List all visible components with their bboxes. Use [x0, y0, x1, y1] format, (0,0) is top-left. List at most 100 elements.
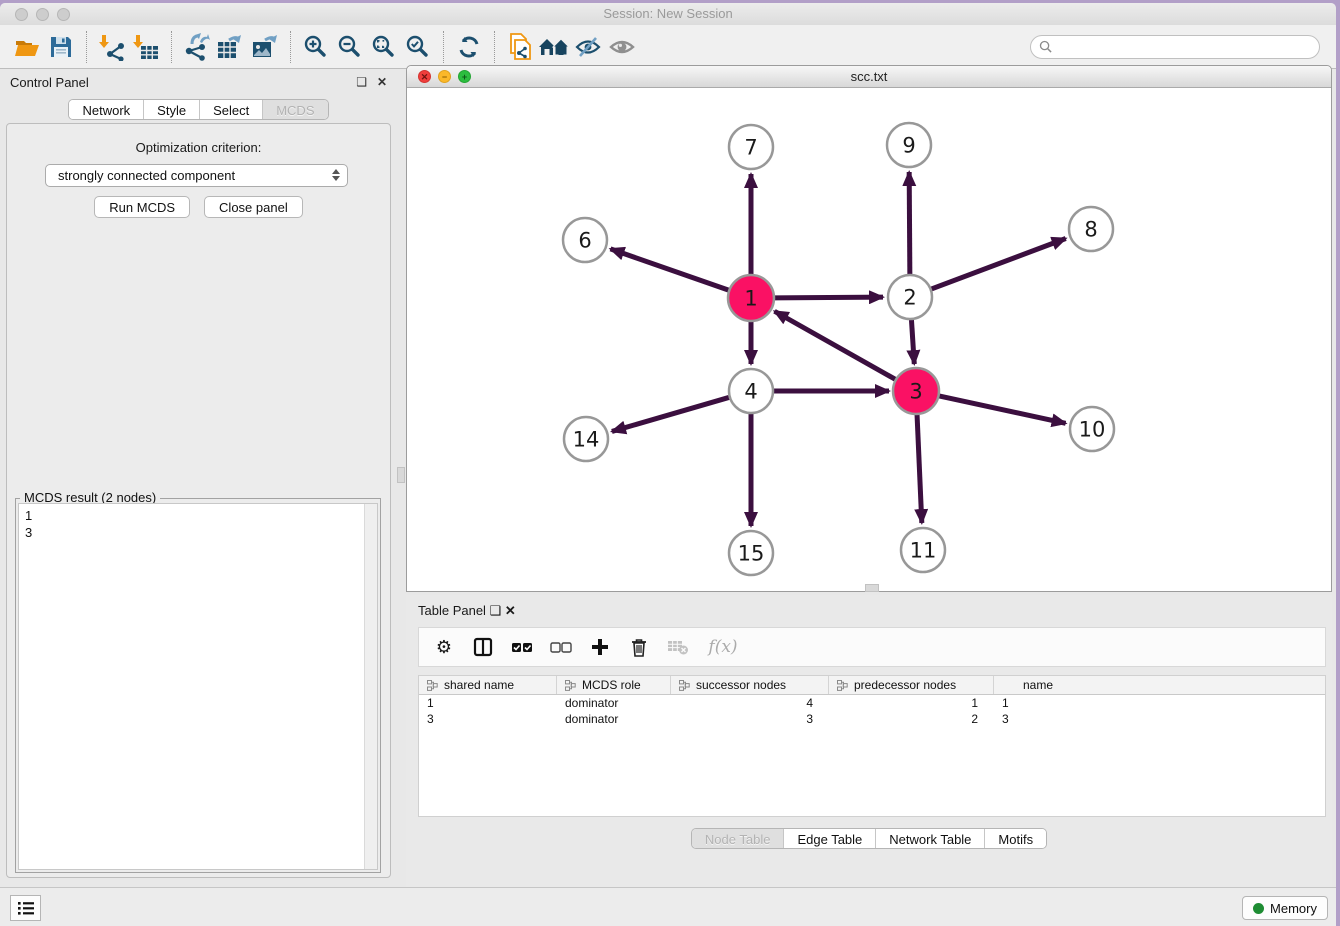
column-label: MCDS role [582, 678, 641, 692]
graph-edge-2-9[interactable] [909, 172, 910, 274]
network-canvas[interactable]: 7 9 6 8 1 2 4 3 14 10 15 11 [407, 89, 1331, 591]
import-network-button[interactable] [95, 30, 129, 64]
memory-button[interactable]: Memory [1242, 896, 1328, 920]
zoom-fit-button[interactable] [367, 30, 401, 64]
graph-node-4[interactable]: 4 [729, 369, 773, 413]
delete-table-button[interactable] [667, 636, 689, 658]
graph-node-10[interactable]: 10 [1070, 407, 1114, 451]
tab-node-table[interactable]: Node Table [692, 829, 785, 848]
export-network-button[interactable] [180, 30, 214, 64]
cell-name[interactable]: 3 [994, 712, 1078, 726]
add-column-button[interactable] [589, 636, 611, 658]
result-scrollbar[interactable] [364, 504, 377, 869]
cell-shared-name[interactable]: 1 [419, 696, 557, 710]
apply-layout-button[interactable] [452, 30, 486, 64]
cell-successor-nodes[interactable]: 4 [671, 696, 829, 710]
column-type-icon [679, 680, 690, 691]
mcds-result-list[interactable]: 1 3 [18, 503, 378, 870]
graph-edge-3-10[interactable] [938, 396, 1065, 423]
graph-node-8[interactable]: 8 [1069, 207, 1113, 251]
column-header-shared-name[interactable]: shared name [419, 676, 557, 694]
node-table: shared name MCDS role successor nodesprede… [418, 675, 1326, 817]
checked-boxes-icon [511, 640, 533, 654]
hide-selected-button[interactable] [571, 30, 605, 64]
cell-shared-name[interactable]: 3 [419, 712, 557, 726]
save-session-button[interactable] [44, 30, 78, 64]
task-history-button[interactable] [10, 895, 41, 921]
splitter-grip[interactable] [397, 467, 405, 483]
tab-network-table[interactable]: Network Table [876, 829, 985, 848]
tab-network[interactable]: Network [69, 100, 144, 119]
tab-mcds[interactable]: MCDS [263, 100, 327, 119]
first-neighbors-button[interactable] [537, 30, 571, 64]
table-panel-float-icon[interactable]: ❑ [490, 603, 502, 618]
delete-column-button[interactable] [628, 636, 650, 658]
cell-predecessor-nodes[interactable]: 1 [829, 696, 994, 710]
tab-motifs[interactable]: Motifs [985, 829, 1046, 848]
graph-node-3[interactable]: 3 [893, 368, 939, 414]
graph-edge-1-6[interactable] [610, 249, 729, 291]
select-all-button[interactable] [511, 636, 533, 658]
memory-status-icon [1253, 903, 1264, 914]
graph-node-9[interactable]: 9 [887, 123, 931, 167]
search-field[interactable] [1030, 35, 1320, 59]
column-type-icon [427, 680, 438, 691]
graph-node-14[interactable]: 14 [564, 417, 608, 461]
export-table-button[interactable] [214, 30, 248, 64]
zoom-in-button[interactable] [299, 30, 333, 64]
function-builder-button[interactable]: f(x) [706, 636, 740, 658]
graph-node-1[interactable]: 1 [728, 275, 774, 321]
cell-MCDS-role[interactable]: dominator [557, 696, 671, 710]
close-panel-button[interactable]: Close panel [204, 196, 303, 218]
graph-node-11[interactable]: 11 [901, 528, 945, 572]
cell-MCDS-role[interactable]: dominator [557, 712, 671, 726]
cell-predecessor-nodes[interactable]: 2 [829, 712, 994, 726]
export-image-button[interactable] [248, 30, 282, 64]
run-mcds-button[interactable]: Run MCDS [94, 196, 190, 218]
cell-name[interactable]: 1 [994, 696, 1078, 710]
search-input[interactable] [1057, 40, 1311, 54]
table-row[interactable]: 1dominator411 [419, 695, 1325, 711]
zoom-out-button[interactable] [333, 30, 367, 64]
graph-edge-3-1[interactable] [775, 311, 896, 379]
graph-edge-4-14[interactable] [612, 397, 729, 431]
show-all-button[interactable] [605, 30, 639, 64]
clone-network-button[interactable] [503, 30, 537, 64]
graph-node-15[interactable]: 15 [729, 531, 773, 575]
toolbar-separator [171, 31, 172, 63]
graph-edge-2-8[interactable] [932, 238, 1066, 288]
zoom-selected-button[interactable] [401, 30, 435, 64]
tab-edge-table[interactable]: Edge Table [784, 829, 876, 848]
graph-node-7[interactable]: 7 [729, 125, 773, 169]
table-panel-close-icon[interactable]: ✕ [505, 603, 516, 618]
app-window: Session: New Session [0, 3, 1336, 926]
graph-edge-3-11[interactable] [917, 414, 922, 523]
node-label: 2 [903, 286, 916, 310]
criterion-select[interactable]: strongly connected component [45, 164, 348, 187]
table-settings-button[interactable]: ⚙ [433, 636, 455, 658]
column-header-predecessor-nodes[interactable]: predecessor nodes [829, 676, 994, 694]
column-header-name[interactable]: name [994, 676, 1078, 694]
show-columns-button[interactable] [472, 636, 494, 658]
unselect-all-button[interactable] [550, 636, 572, 658]
graph-edge-2-3[interactable] [911, 320, 914, 364]
save-icon [49, 35, 73, 59]
control-panel-float-icon[interactable]: ❑ [356, 75, 367, 89]
cell-successor-nodes[interactable]: 3 [671, 712, 829, 726]
tab-style[interactable]: Style [144, 100, 200, 119]
import-table-button[interactable] [129, 30, 163, 64]
vertical-splitter[interactable] [397, 69, 406, 887]
table-row[interactable]: 3dominator323 [419, 711, 1325, 727]
column-header-MCDS-role[interactable]: MCDS role [557, 676, 671, 694]
graph-edge-1-2[interactable] [774, 297, 883, 298]
graph-node-6[interactable]: 6 [563, 218, 607, 262]
open-session-button[interactable] [10, 30, 44, 64]
column-header-successor-nodes[interactable]: successor nodes [671, 676, 829, 694]
tab-select[interactable]: Select [200, 100, 263, 119]
node-label: 14 [573, 428, 600, 452]
control-panel-close-icon[interactable]: ✕ [377, 75, 387, 89]
node-label: 6 [578, 229, 591, 253]
search-icon [1039, 40, 1052, 53]
canvas-resize-grip[interactable] [865, 584, 879, 592]
graph-node-2[interactable]: 2 [888, 275, 932, 319]
